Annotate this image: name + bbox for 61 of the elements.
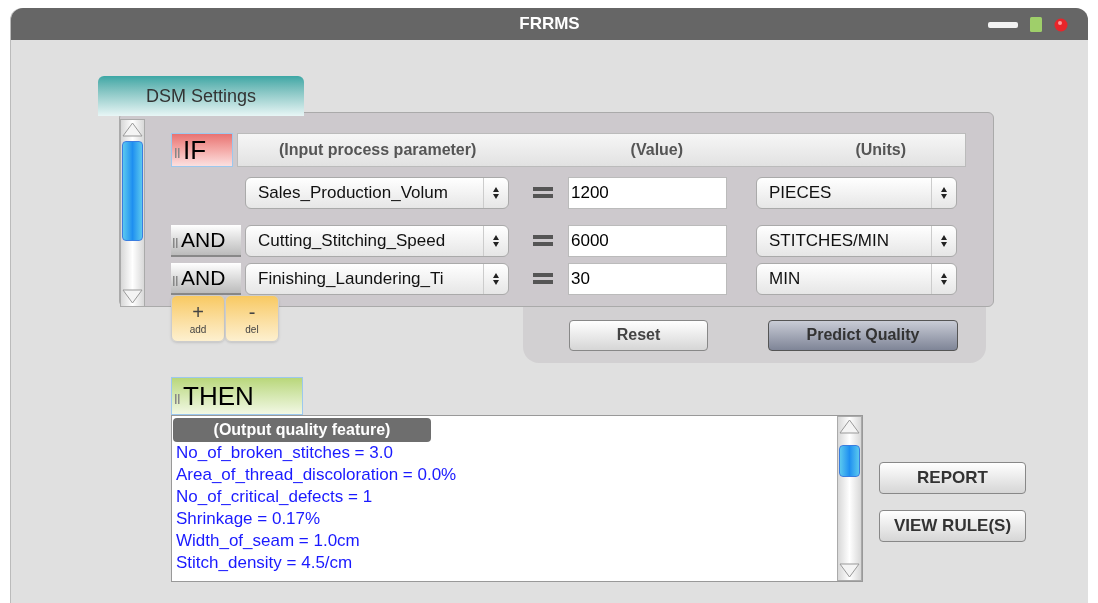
dropdown-value: PIECES (769, 182, 832, 205)
output-line: No_of_critical_defects = 1 (175, 486, 374, 508)
scroll-down-icon[interactable] (838, 562, 861, 580)
equals-icon (533, 235, 553, 247)
column-header: (Units) (854, 140, 908, 160)
dropdown[interactable]: Finishing_Laundering_Ti (245, 263, 509, 295)
if-label: IF (171, 133, 233, 167)
grip-icon (175, 148, 180, 158)
output-line: Stitch_density = 4.5/cm (175, 552, 354, 574)
dropdown-value: STITCHES/MIN (769, 230, 889, 253)
window-title: FRRMS (519, 13, 580, 36)
settings-tab[interactable]: DSM Settings (98, 76, 304, 116)
dropdown-value: MIN (769, 268, 801, 291)
stepper-icon (492, 272, 500, 286)
scrollbar[interactable] (120, 119, 145, 307)
dropdown[interactable]: Cutting_Stitching_Speed (245, 225, 509, 257)
add-row-button[interactable]: + add (171, 295, 225, 342)
scroll-thumb[interactable] (839, 445, 860, 477)
output-line: No_of_broken_stitches = 3.0 (175, 442, 394, 464)
dropdown-value: Finishing_Laundering_Ti (258, 268, 444, 291)
stepper-icon (940, 186, 948, 200)
and-label: AND (171, 263, 241, 295)
dropdown[interactable]: PIECES (756, 177, 957, 209)
grip-icon (173, 238, 178, 248)
delete-row-button[interactable]: - del (225, 295, 279, 342)
value-field[interactable]: 6000 (568, 225, 727, 257)
dropdown[interactable]: STITCHES/MIN (756, 225, 957, 257)
scroll-up-icon[interactable] (121, 120, 144, 138)
output-line: Area_of_thread_discoloration = 0.0% (175, 464, 458, 486)
maximize-icon[interactable] (1030, 17, 1042, 32)
column-header: (Input process parameter) (277, 140, 478, 160)
report-button[interactable]: REPORT (879, 462, 1026, 494)
equals-icon (533, 273, 553, 285)
stepper-icon (940, 272, 948, 286)
minimize-icon[interactable] (988, 21, 1018, 28)
scrollbar[interactable] (837, 416, 862, 581)
dropdown[interactable]: Sales_Production_Volum (245, 177, 509, 209)
equals-icon (533, 187, 553, 199)
dropdown-value: Sales_Production_Volum (258, 182, 448, 205)
scroll-thumb[interactable] (122, 141, 143, 241)
then-label: THEN (171, 377, 303, 415)
column-header: (Value) (629, 140, 685, 160)
predict-button[interactable]: Predict Quality (768, 319, 958, 351)
stepper-icon (492, 234, 500, 248)
stepper-icon (940, 234, 948, 248)
view-rules-button[interactable]: VIEW RULE(S) (879, 510, 1026, 542)
reset-button[interactable]: Reset (569, 319, 708, 351)
close-icon[interactable] (1054, 17, 1068, 32)
and-label: AND (171, 225, 241, 257)
output-header: (Output quality feature) (173, 418, 431, 442)
scroll-down-icon[interactable] (121, 288, 144, 306)
output-line: Shrinkage = 0.17% (175, 508, 322, 530)
stepper-icon (492, 186, 500, 200)
grip-icon (173, 276, 178, 286)
dropdown-value: Cutting_Stitching_Speed (258, 230, 446, 253)
dropdown[interactable]: MIN (756, 263, 957, 295)
value-field[interactable]: 1200 (568, 177, 727, 209)
grip-icon (175, 394, 180, 404)
value-field[interactable]: 30 (568, 263, 727, 295)
output-line: Width_of_seam = 1.0cm (175, 530, 361, 552)
scroll-up-icon[interactable] (838, 417, 861, 435)
